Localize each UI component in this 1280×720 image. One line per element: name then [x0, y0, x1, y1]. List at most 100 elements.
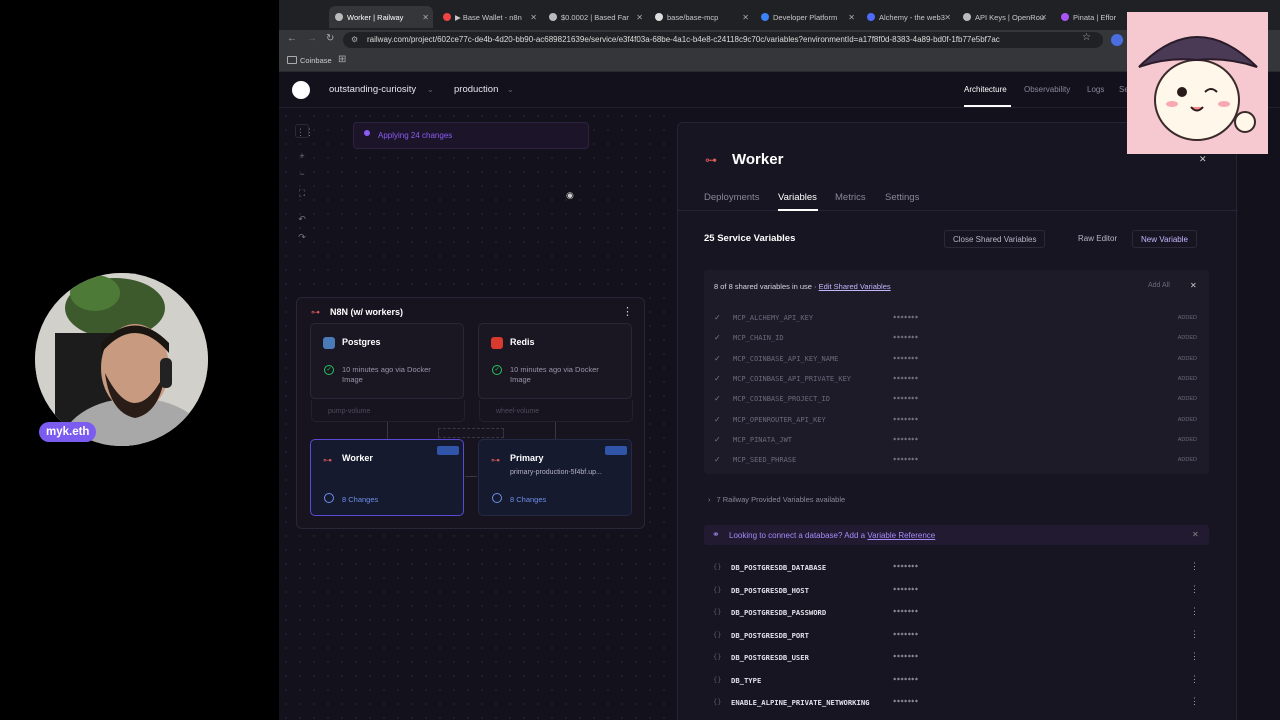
tab-developer-platform[interactable]: Developer Platform ✕ — [755, 6, 859, 28]
link-icon: ⚭ — [712, 529, 720, 539]
shared-variable-row[interactable]: ✓ MCP_PINATA_JWT ******* ADDED — [704, 430, 1209, 450]
tab-worker-railway[interactable]: Worker | Railway ✕ — [329, 6, 433, 28]
reload-icon[interactable]: ↻ — [326, 33, 334, 44]
check-icon: ✓ — [714, 455, 721, 465]
add-all-button[interactable]: Add All — [1148, 282, 1170, 289]
tab-alchemy[interactable]: Alchemy - the web3 ✕ — [861, 6, 955, 28]
close-tab-icon[interactable]: ✕ — [848, 13, 855, 22]
close-tab-icon[interactable]: ✕ — [944, 13, 951, 22]
row-menu-icon[interactable]: ⋮ — [1190, 561, 1199, 572]
connector-dashed — [438, 428, 504, 438]
shared-variable-row[interactable]: ✓ MCP_CHAIN_ID ******* ADDED — [704, 328, 1209, 348]
close-shared-icon[interactable]: ✕ — [1190, 281, 1197, 290]
row-menu-icon[interactable]: ⋮ — [1190, 584, 1199, 595]
service-card-primary[interactable]: ⊶ Primary primary-production-5f4bf.up...… — [478, 439, 632, 516]
redo-icon[interactable]: ↷ — [295, 230, 309, 244]
check-icon: ✓ — [714, 394, 721, 404]
nav-logs[interactable]: Logs — [1087, 85, 1104, 94]
chevron-down-icon[interactable]: ⌄ — [427, 85, 434, 94]
railway-provided-toggle[interactable]: › 7 Railway Provided Variables available — [708, 495, 845, 504]
architecture-canvas[interactable]: ⋮⋮ + − ⛶ ↶ ↷ Applying 24 changes ◉ ⊶ N8N… — [279, 109, 677, 720]
n8n-icon: ⊶ — [705, 153, 717, 167]
more-options-icon[interactable]: ⋮ — [622, 305, 633, 318]
shared-variable-row[interactable]: ✓ MCP_OPENROUTER_API_KEY ******* ADDED — [704, 410, 1209, 430]
service-variable-row[interactable]: {} DB_POSTGRESDB_DATABASE ******* ⋮ — [704, 557, 1209, 579]
added-status: ADDED — [1177, 436, 1197, 443]
project-group[interactable]: ⊶ N8N (w/ workers) ⋮ Postgres ✓ 10 minut… — [296, 297, 645, 529]
tab-pinata[interactable]: Pinata | Effor — [1055, 6, 1125, 28]
extension-icon[interactable] — [1111, 34, 1123, 46]
service-domain[interactable]: primary-production-5f4bf.up... — [510, 468, 602, 478]
tab-settings[interactable]: Settings — [885, 192, 919, 203]
variable-value-masked: ******* — [893, 631, 919, 639]
shared-variable-row[interactable]: ✓ MCP_COINBASE_API_PRIVATE_KEY ******* ADDE… — [704, 369, 1209, 389]
close-tab-icon[interactable]: ✕ — [742, 13, 749, 22]
tab-base-mcp[interactable]: base/base-mcp ✕ — [649, 6, 753, 28]
shared-variable-row[interactable]: ✓ MCP_COINBASE_API_KEY_NAME ******* ADDED — [704, 349, 1209, 369]
service-card-worker[interactable]: ⊶ Worker 8 Changes — [310, 439, 464, 516]
variable-value-masked: ******* — [893, 676, 919, 684]
service-card-redis[interactable]: Redis ✓ 10 minutes ago via Docker Image — [478, 323, 632, 399]
service-variable-row[interactable]: {} DB_TYPE ******* ⋮ — [704, 670, 1209, 692]
bookmark-coinbase[interactable]: Coinbase — [300, 56, 332, 65]
close-tab-icon[interactable]: ✕ — [1040, 13, 1047, 22]
close-shared-variables-button[interactable]: Close Shared Variables — [944, 230, 1046, 248]
bookmark-star-icon[interactable]: ☆ — [1082, 32, 1091, 43]
tab-based-far[interactable]: $0.0002 | Based Far ✕ — [543, 6, 647, 28]
zoom-out-icon[interactable]: − — [295, 167, 309, 181]
shared-variable-row[interactable]: ✓ MCP_COINBASE_PROJECT_ID ******* ADDED — [704, 389, 1209, 409]
row-menu-icon[interactable]: ⋮ — [1190, 674, 1199, 685]
site-info-icon[interactable]: ⚙ — [351, 32, 358, 48]
applying-changes-banner[interactable]: Applying 24 changes — [353, 122, 589, 149]
service-variable-row[interactable]: {} DB_POSTGRESDB_USER ******* ⋮ — [704, 647, 1209, 669]
back-icon[interactable]: ← — [287, 33, 297, 44]
variable-name: MCP_COINBASE_API_KEY_NAME — [733, 354, 839, 363]
shared-variable-row[interactable]: ✓ MCP_ALCHEMY_API_KEY ******* ADDED — [704, 308, 1209, 328]
tab-openrouter[interactable]: API Keys | OpenRou ✕ — [957, 6, 1051, 28]
close-panel-icon[interactable]: ✕ — [1199, 154, 1207, 165]
close-tab-icon[interactable]: ✕ — [422, 13, 429, 22]
variable-name: MCP_PINATA_JWT — [733, 435, 793, 444]
environment-selector[interactable]: production — [454, 84, 498, 95]
undo-icon[interactable]: ↶ — [295, 212, 309, 226]
row-menu-icon[interactable]: ⋮ — [1190, 629, 1199, 640]
close-tab-icon[interactable]: ✕ — [530, 13, 537, 22]
braces-icon: {} — [713, 630, 722, 639]
railway-logo-icon[interactable] — [292, 81, 310, 99]
edit-shared-variables-link[interactable]: Edit Shared Variables — [819, 282, 891, 291]
grid-icon[interactable]: ⋮⋮ — [295, 124, 314, 138]
variable-name: ENABLE_ALPINE_PRIVATE_NETWORKING — [731, 698, 870, 707]
row-menu-icon[interactable]: ⋮ — [1190, 696, 1199, 707]
url-input[interactable]: ⚙ railway.com/project/602ce77c-de4b-4d20… — [343, 32, 1103, 48]
forward-icon[interactable]: → — [307, 33, 317, 44]
variable-reference-link[interactable]: Variable Reference — [867, 531, 935, 540]
new-variable-button[interactable]: New Variable — [1132, 230, 1197, 248]
added-status: ADDED — [1177, 335, 1197, 342]
apps-grid-icon[interactable]: ⊞ — [338, 54, 346, 65]
chevron-down-icon[interactable]: ⌄ — [507, 85, 514, 94]
close-tab-icon[interactable]: ✕ — [636, 13, 643, 22]
nav-architecture[interactable]: Architecture — [964, 85, 1007, 94]
tab-base-wallet[interactable]: ▶ Base Wallet - n8n ✕ — [437, 6, 541, 28]
service-card-postgres[interactable]: Postgres ✓ 10 minutes ago via Docker Ima… — [310, 323, 464, 399]
shared-variable-row[interactable]: ✓ MCP_SEED_PHRASE ******* ADDED — [704, 450, 1209, 470]
row-menu-icon[interactable]: ⋮ — [1190, 651, 1199, 662]
volume-frame-postgres — [311, 400, 465, 422]
service-variable-row[interactable]: {} DB_POSTGRESDB_PORT ******* ⋮ — [704, 625, 1209, 647]
service-variable-row[interactable]: {} DB_POSTGRESDB_PASSWORD ******* ⋮ — [704, 602, 1209, 624]
tab-variables[interactable]: Variables — [778, 192, 817, 203]
tab-metrics[interactable]: Metrics — [835, 192, 866, 203]
fit-view-icon[interactable]: ⛶ — [295, 186, 309, 200]
tab-deployments[interactable]: Deployments — [704, 192, 759, 203]
nav-observability[interactable]: Observability — [1024, 85, 1070, 94]
service-variable-row[interactable]: {} ENABLE_ALPINE_PRIVATE_NETWORKING ******… — [704, 692, 1209, 714]
dismiss-icon[interactable]: ✕ — [1192, 530, 1199, 539]
pinata-favicon-icon — [1061, 13, 1069, 21]
service-variable-row[interactable]: {} DB_POSTGRESDB_HOST ******* ⋮ — [704, 580, 1209, 602]
row-menu-icon[interactable]: ⋮ — [1190, 606, 1199, 617]
zoom-in-icon[interactable]: + — [295, 149, 309, 163]
cursor-icon: ◉ — [566, 190, 574, 200]
raw-editor-button[interactable]: Raw Editor — [1070, 230, 1125, 248]
variable-name: MCP_SEED_PHRASE — [733, 456, 797, 465]
project-selector[interactable]: outstanding-curiosity — [329, 84, 416, 95]
